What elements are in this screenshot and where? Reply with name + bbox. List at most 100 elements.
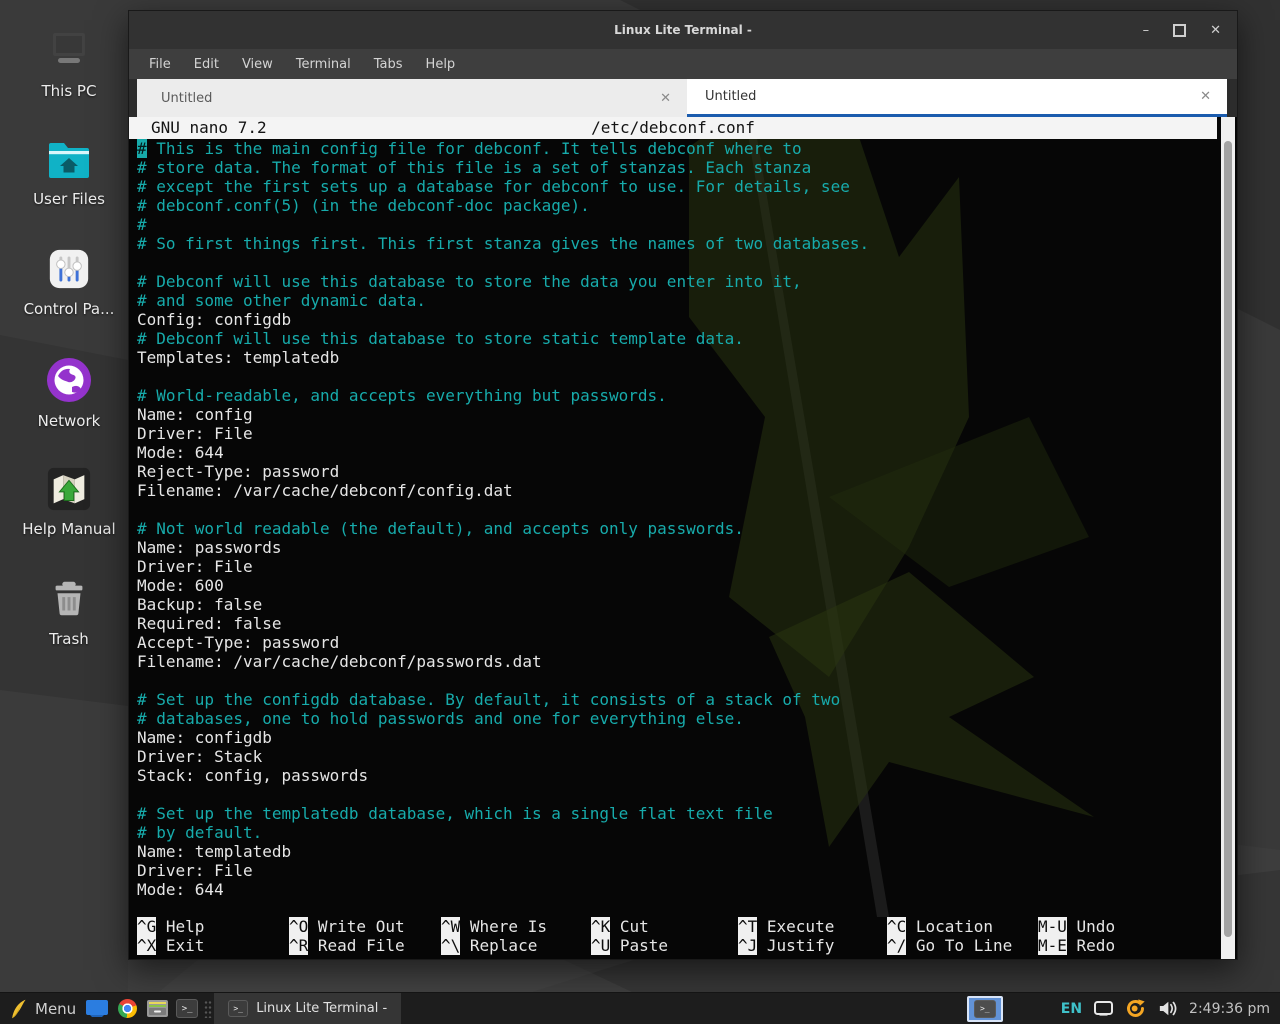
terminal-line: # Debconf will use this database to stor… bbox=[137, 272, 869, 291]
nano-shortcut: ^O Write Out bbox=[289, 917, 441, 936]
nano-shortcut: M-E Redo bbox=[1038, 936, 1199, 955]
terminal-line bbox=[137, 500, 869, 519]
desktop-icon-label: Network bbox=[38, 412, 101, 430]
terminal-line: # store data. The format of this file is… bbox=[137, 158, 869, 177]
launcher-file-manager[interactable] bbox=[82, 993, 112, 1024]
launcher-archive[interactable] bbox=[142, 993, 172, 1024]
terminal-line: Driver: Stack bbox=[137, 747, 869, 766]
taskbar-window-button[interactable]: >_ Linux Lite Terminal - bbox=[214, 993, 401, 1024]
terminal-line bbox=[137, 253, 869, 272]
linux-lite-logo-icon bbox=[10, 999, 27, 1019]
control-panel-icon bbox=[46, 246, 92, 292]
desktop-icon-this-pc[interactable]: This PC bbox=[10, 26, 128, 100]
terminal-line: Backup: false bbox=[137, 595, 869, 614]
terminal-line: Templates: templatedb bbox=[137, 348, 869, 367]
launcher-chrome[interactable] bbox=[112, 993, 142, 1024]
terminal-scrollbar[interactable] bbox=[1221, 117, 1235, 959]
minimize-button[interactable]: – bbox=[1143, 24, 1150, 37]
terminal-line: Filename: /var/cache/debconf/config.dat bbox=[137, 481, 869, 500]
nano-shortcut: M-U Undo bbox=[1038, 917, 1199, 936]
launcher-terminal[interactable]: >_ bbox=[172, 993, 202, 1024]
terminal-line: Mode: 600 bbox=[137, 576, 869, 595]
updates-tray-icon[interactable] bbox=[1125, 998, 1146, 1019]
desktop-icon-user-files[interactable]: User Files bbox=[10, 136, 128, 208]
terminal-line: Driver: File bbox=[137, 424, 869, 443]
nano-shortcut: ^R Read File bbox=[289, 936, 441, 955]
terminal-line: Filename: /var/cache/debconf/passwords.d… bbox=[137, 652, 869, 671]
terminal-line: Driver: File bbox=[137, 557, 869, 576]
menu-item-file[interactable]: File bbox=[149, 57, 171, 72]
terminal-line: Reject-Type: password bbox=[137, 462, 869, 481]
terminal-line: Name: passwords bbox=[137, 538, 869, 557]
terminal-line: # Not world readable (the default), and … bbox=[137, 519, 869, 538]
desktop-icon-label: This PC bbox=[42, 82, 97, 100]
nano-shortcut: ^G Help bbox=[137, 917, 289, 936]
terminal-line: Config: configdb bbox=[137, 310, 869, 329]
window-titlebar[interactable]: Linux Lite Terminal - – ✕ bbox=[129, 11, 1237, 49]
menu-item-help[interactable]: Help bbox=[426, 57, 456, 72]
menu-item-terminal[interactable]: Terminal bbox=[296, 57, 351, 72]
terminal-window: Linux Lite Terminal - – ✕ File Edit View Te… bbox=[128, 10, 1238, 960]
terminal-icon: >_ bbox=[974, 1000, 996, 1018]
tab-label: Untitled bbox=[687, 89, 756, 104]
menu-item-tabs[interactable]: Tabs bbox=[374, 57, 403, 72]
menu-bar: File Edit View Terminal Tabs Help bbox=[129, 49, 1237, 79]
terminal-line: Name: config bbox=[137, 405, 869, 424]
desktop-icon-label: User Files bbox=[33, 190, 105, 208]
terminal-line: Required: false bbox=[137, 614, 869, 633]
trash-icon bbox=[46, 576, 92, 622]
menu-item-view[interactable]: View bbox=[242, 57, 273, 72]
terminal-line bbox=[137, 785, 869, 804]
desktop-icon-help-manual[interactable]: Help Manual bbox=[10, 466, 128, 538]
terminal-line: Name: templatedb bbox=[137, 842, 869, 861]
terminal-line: # Set up the configdb database. By defau… bbox=[137, 690, 869, 709]
nano-shortcut: ^U Paste bbox=[591, 936, 738, 955]
nano-shortcut: ^J Justify bbox=[738, 936, 887, 955]
menu-item-edit[interactable]: Edit bbox=[194, 57, 219, 72]
terminal-icon: >_ bbox=[228, 1000, 248, 1017]
terminal-content[interactable]: GNU nano 7.2 /etc/debconf.conf # This is… bbox=[129, 117, 1237, 959]
desktop-icon-control-panel[interactable]: Control Pa... bbox=[10, 246, 128, 318]
terminal-line: # bbox=[137, 215, 869, 234]
taskbar-menu-button[interactable]: Menu bbox=[0, 993, 82, 1024]
terminal-line: # Debconf will use this database to stor… bbox=[137, 329, 869, 348]
archive-icon bbox=[147, 1000, 168, 1017]
taskbar-menu-label: Menu bbox=[35, 1000, 76, 1018]
terminal-line bbox=[137, 367, 869, 386]
tab-close-icon[interactable]: ✕ bbox=[1200, 89, 1211, 104]
terminal-line: # by default. bbox=[137, 823, 869, 842]
terminal-line: # databases, one to hold passwords and o… bbox=[137, 709, 869, 728]
desktop-icon-trash[interactable]: Trash bbox=[10, 576, 128, 648]
terminal-line: # and some other dynamic data. bbox=[137, 291, 869, 310]
volume-tray-icon[interactable] bbox=[1158, 1000, 1177, 1017]
terminal-line: Name: configdb bbox=[137, 728, 869, 747]
terminal-line: # debconf.conf(5) (in the debconf-doc pa… bbox=[137, 196, 869, 215]
close-button[interactable]: ✕ bbox=[1210, 24, 1221, 37]
nano-shortcut: ^/ Go To Line bbox=[887, 936, 1038, 955]
nano-shortcut: ^K Cut bbox=[591, 917, 738, 936]
nano-shortcut-bar: ^G Help^O Write Out^W Where Is^K Cut^T E… bbox=[137, 917, 1203, 955]
tab-untitled-1[interactable]: Untitled ✕ bbox=[137, 79, 687, 117]
network-globe-icon bbox=[45, 356, 93, 404]
clock[interactable]: 2:49:36 pm bbox=[1189, 1001, 1270, 1017]
taskbar: Menu >_ >_ Linux Lite T bbox=[0, 992, 1280, 1024]
scrollbar-thumb[interactable] bbox=[1224, 141, 1232, 937]
tab-close-icon[interactable]: ✕ bbox=[660, 91, 671, 106]
keyboard-layout-indicator[interactable]: EN bbox=[1061, 1001, 1082, 1017]
tab-untitled-2[interactable]: Untitled ✕ bbox=[687, 79, 1227, 117]
desktop-icon-network[interactable]: Network bbox=[10, 356, 128, 430]
workspace-switcher[interactable]: >_ bbox=[967, 996, 1003, 1022]
computer-icon bbox=[45, 26, 93, 74]
tab-bar: Untitled ✕ Untitled ✕ bbox=[129, 79, 1237, 117]
terminal-line: # So first things first. This first stan… bbox=[137, 234, 869, 253]
nano-shortcut: ^\ Replace bbox=[441, 936, 591, 955]
nano-shortcut: ^W Where Is bbox=[441, 917, 591, 936]
maximize-button[interactable] bbox=[1173, 24, 1186, 37]
desktop-icon-label: Trash bbox=[49, 630, 89, 648]
help-manual-icon bbox=[46, 466, 92, 512]
nano-titlebar: GNU nano 7.2 /etc/debconf.conf bbox=[129, 117, 1217, 139]
display-tray-icon[interactable] bbox=[1094, 1001, 1113, 1016]
terminal-line: # except the first sets up a database fo… bbox=[137, 177, 869, 196]
terminal-icon: >_ bbox=[176, 999, 198, 1018]
tab-label: Untitled bbox=[137, 91, 212, 106]
